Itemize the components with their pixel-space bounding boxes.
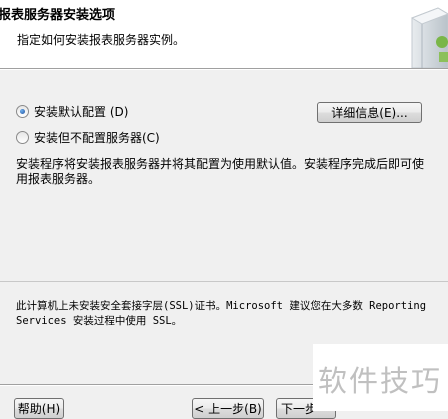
- page-subtitle: 指定如何安装报表服务器实例。: [17, 33, 186, 47]
- details-button[interactable]: 详细信息(E)...: [317, 102, 422, 123]
- radio-unselected-icon[interactable]: [16, 130, 29, 144]
- server-setup-icon: [410, 7, 448, 68]
- option-label: 安装但不配置服务器(C): [34, 130, 160, 145]
- option-install-no-config[interactable]: 安装但不配置服务器(C): [16, 128, 160, 146]
- option-description: 安装程序将安装报表服务器并将其配置为使用默认值。安装程序完成后即可使用报表服务器…: [16, 157, 425, 186]
- back-button[interactable]: < 上一步(B): [192, 398, 264, 419]
- option-label: 安装默认配置 (D): [34, 104, 129, 119]
- help-button[interactable]: 帮助(H): [14, 398, 64, 419]
- content-divider: [0, 281, 448, 282]
- watermark-text: 软件技巧: [318, 364, 443, 398]
- radio-selected-icon[interactable]: [16, 104, 29, 118]
- page-title: 报表服务器安装选项: [0, 8, 116, 23]
- ssl-warning-text: 此计算机上未安装安全套接字层(SSL)证书。Microsoft 建议您在大多数 …: [16, 300, 427, 327]
- wizard-header: 报表服务器安装选项 指定如何安装报表服务器实例。: [0, 0, 448, 69]
- option-install-default[interactable]: 安装默认配置 (D): [16, 102, 128, 120]
